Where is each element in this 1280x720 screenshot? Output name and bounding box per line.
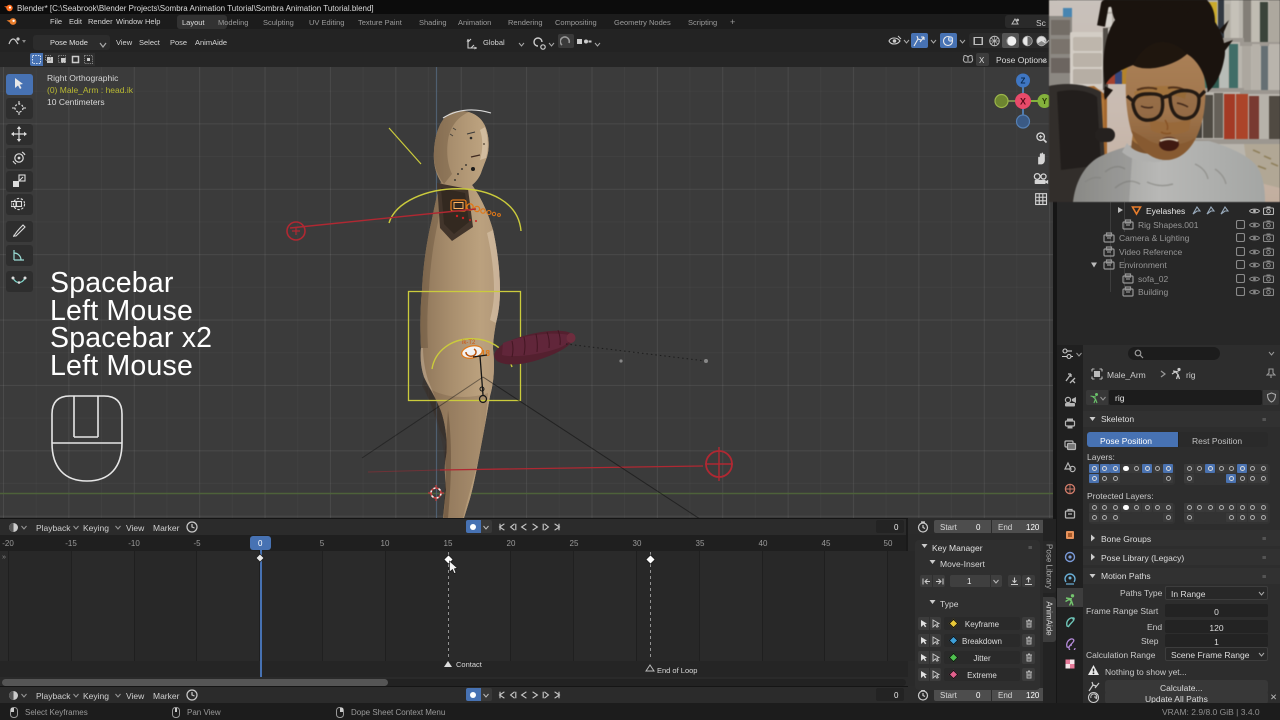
svg-text:Z: Z xyxy=(1021,77,1026,86)
svg-text:ik-T2: ik-T2 xyxy=(462,340,476,346)
svg-text:Y: Y xyxy=(1042,97,1048,106)
svg-text:X: X xyxy=(1020,97,1026,107)
svg-text:18: 18 xyxy=(481,349,490,358)
